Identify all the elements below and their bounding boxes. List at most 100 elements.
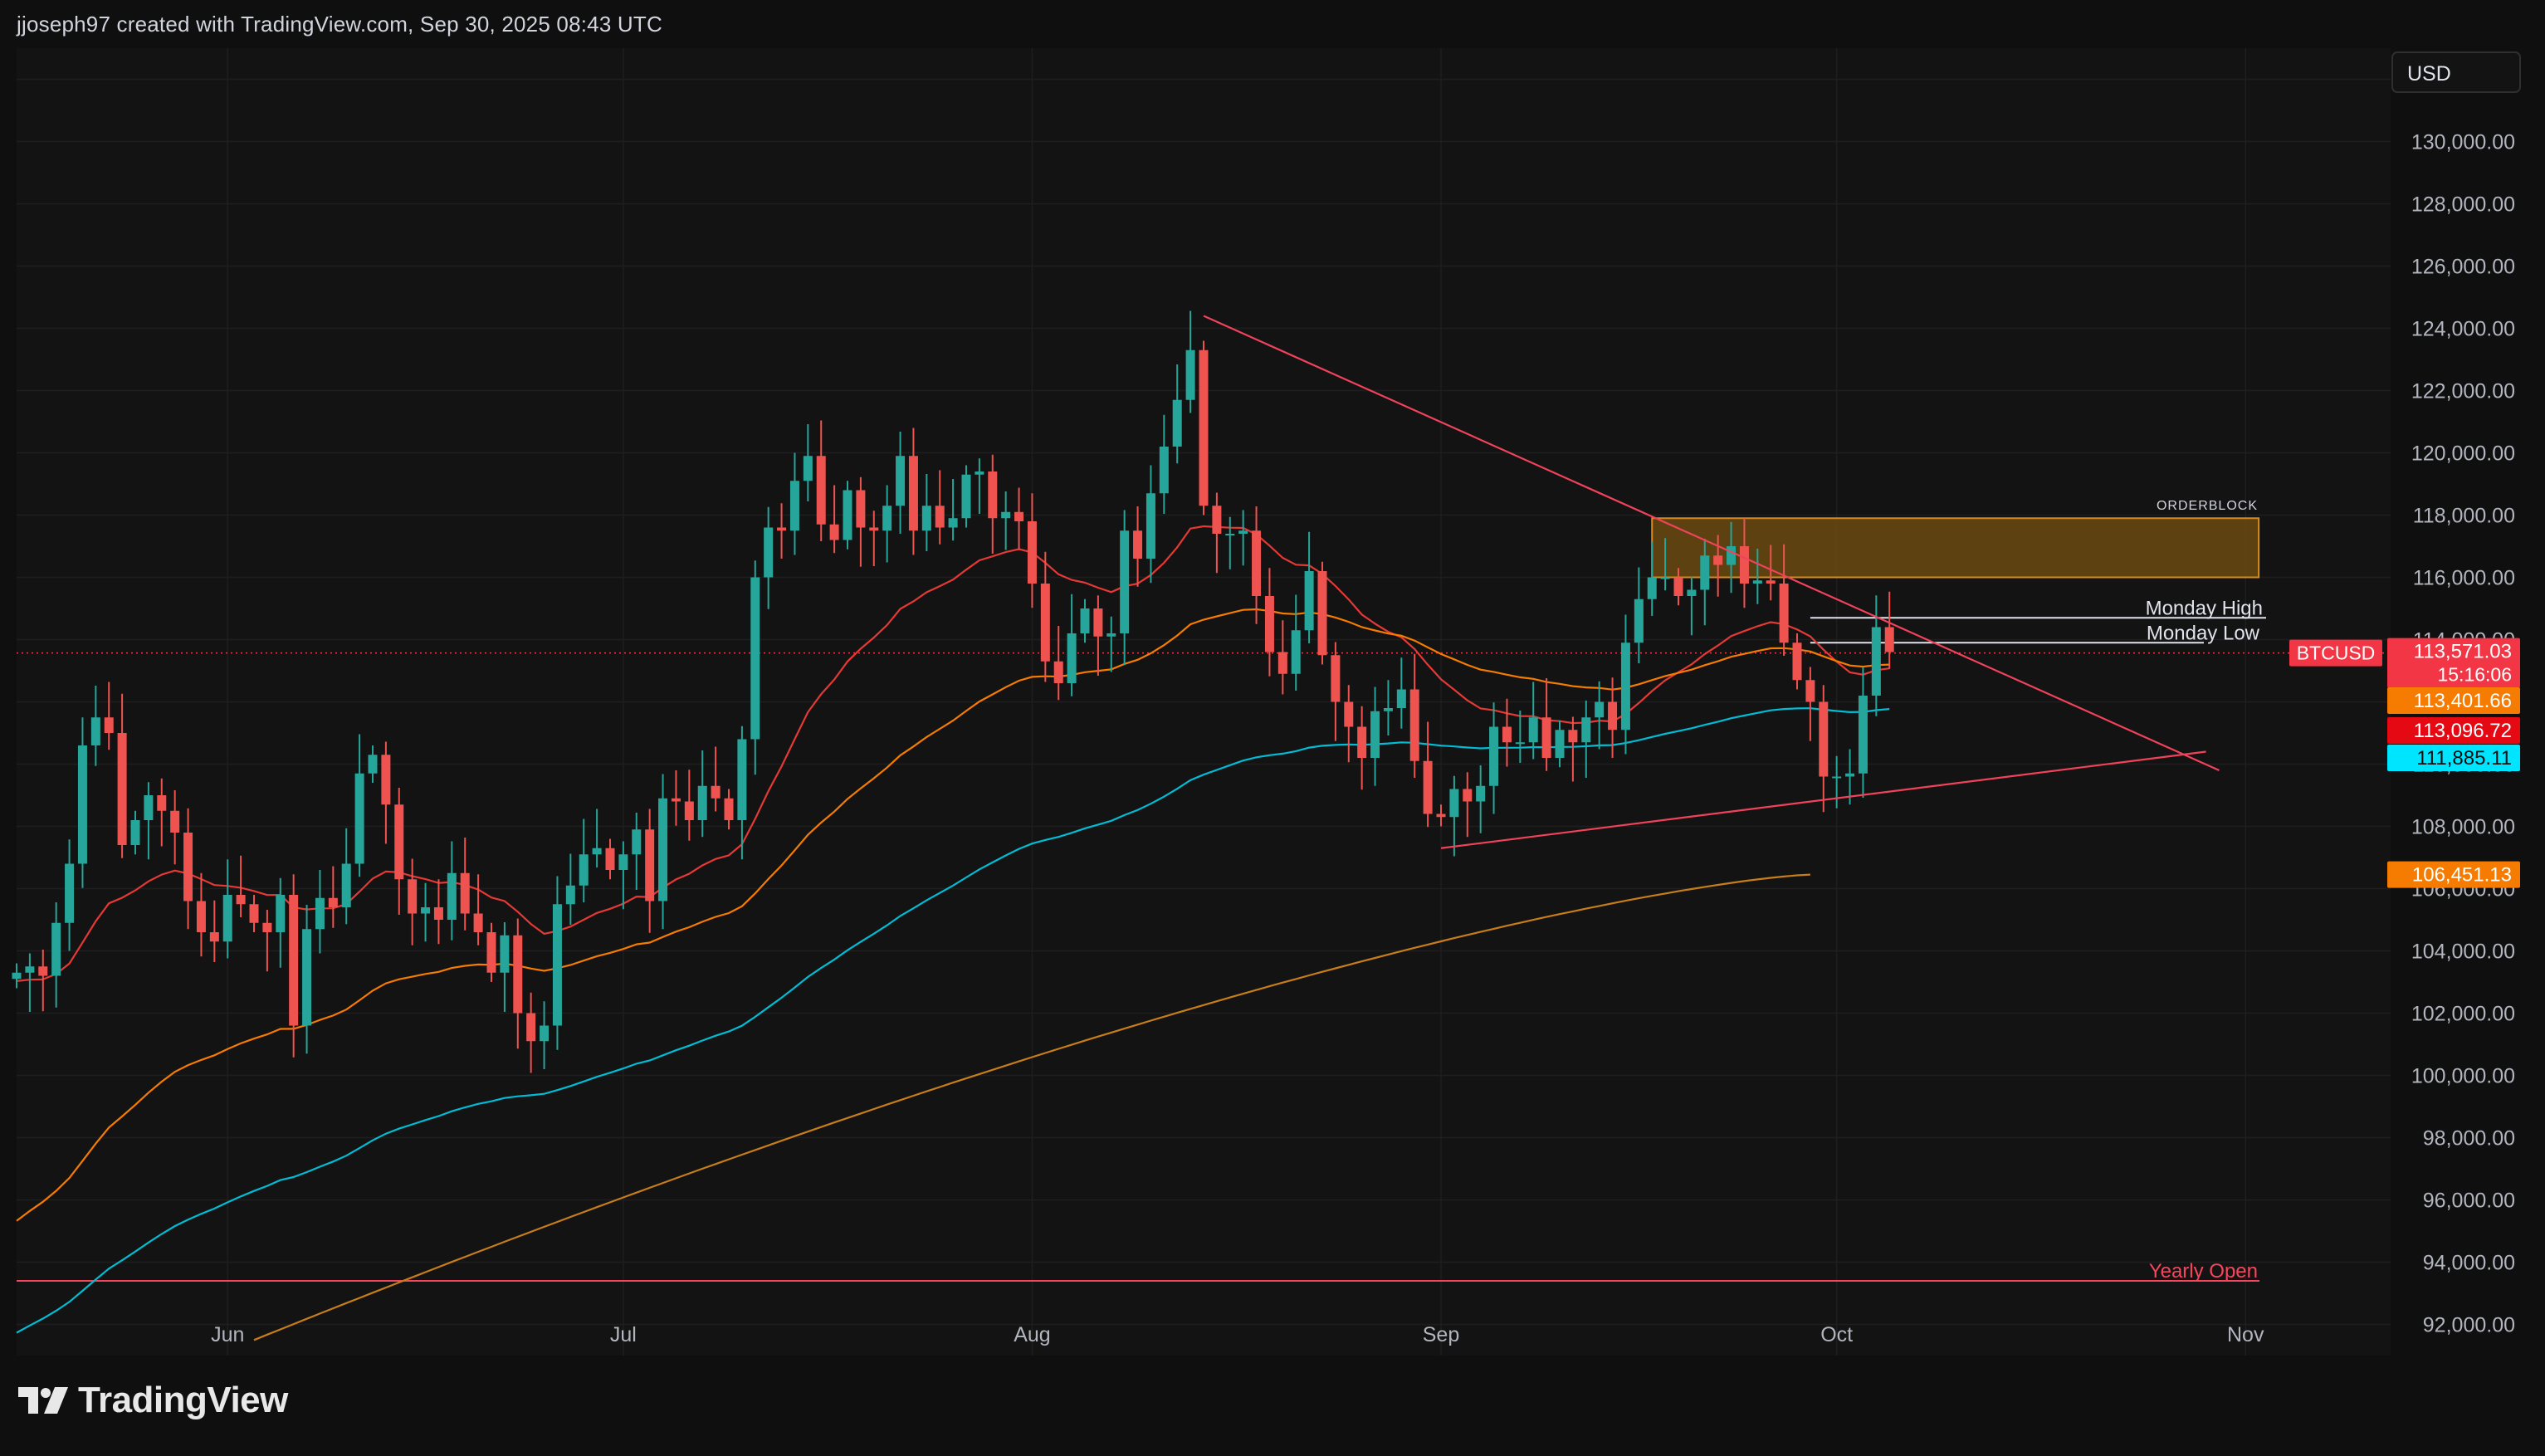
candle-body bbox=[1172, 399, 1182, 447]
candle-body bbox=[1396, 689, 1406, 708]
candle-body bbox=[777, 527, 787, 531]
candle-body bbox=[1106, 633, 1116, 637]
candle-body bbox=[1871, 627, 1881, 696]
candle-body bbox=[908, 456, 918, 531]
candle-body bbox=[592, 848, 602, 855]
candle-body bbox=[486, 932, 496, 973]
candle-body bbox=[1185, 349, 1195, 400]
y-tick-label: 130,000.00 bbox=[2411, 131, 2515, 154]
candle-body bbox=[1133, 530, 1143, 559]
candle-body bbox=[975, 471, 984, 475]
x-tick-label: Nov bbox=[2227, 1323, 2264, 1346]
candle-body bbox=[1608, 701, 1618, 730]
candle-body bbox=[394, 804, 404, 880]
candle-body bbox=[750, 577, 760, 740]
candle-body bbox=[1120, 530, 1130, 633]
candle-body bbox=[1489, 726, 1499, 786]
x-tick-label: Aug bbox=[1014, 1323, 1050, 1346]
candle-body bbox=[1145, 493, 1155, 559]
candle-body bbox=[473, 913, 483, 932]
candle-body bbox=[618, 854, 628, 870]
candle-body bbox=[1819, 701, 1829, 777]
candle-body bbox=[684, 801, 694, 820]
candle-body bbox=[51, 922, 61, 976]
yearly-open-label: Yearly Open bbox=[2149, 1260, 2258, 1283]
y-tick-label: 100,000.00 bbox=[2411, 1065, 2515, 1088]
candle-body bbox=[222, 895, 232, 942]
candle-body bbox=[513, 935, 523, 1014]
price-label-value: 111,885.11 bbox=[2416, 747, 2512, 770]
candle-body bbox=[552, 904, 562, 1026]
candle-body bbox=[1344, 701, 1354, 727]
y-tick-label: 104,000.00 bbox=[2411, 941, 2515, 964]
y-tick-label: 124,000.00 bbox=[2411, 318, 2515, 341]
candle-body bbox=[1357, 726, 1367, 758]
candle-body bbox=[540, 1025, 550, 1042]
candle-body bbox=[1660, 577, 1670, 579]
candle-body bbox=[368, 755, 378, 774]
monday-low-label: Monday Low bbox=[2147, 622, 2260, 644]
candle-body bbox=[605, 848, 615, 870]
candle-body bbox=[170, 810, 180, 833]
x-tick-label: Jun bbox=[211, 1323, 244, 1346]
candle-body bbox=[1502, 726, 1512, 743]
y-tick-label: 94,000.00 bbox=[2423, 1252, 2515, 1275]
candle-body bbox=[856, 490, 866, 528]
x-tick-label: Sep bbox=[1423, 1323, 1459, 1346]
candle-body bbox=[896, 456, 906, 506]
candle-body bbox=[1581, 717, 1591, 743]
candle-body bbox=[1409, 689, 1419, 761]
candle-body bbox=[764, 527, 774, 578]
candle-body bbox=[803, 456, 813, 481]
candle-body bbox=[882, 506, 892, 531]
candle-body bbox=[1331, 655, 1341, 702]
candle-body bbox=[1080, 608, 1090, 633]
candle-body bbox=[276, 895, 286, 932]
candle-body bbox=[1541, 717, 1551, 758]
candle-body bbox=[77, 745, 87, 864]
candle-body bbox=[1225, 534, 1235, 535]
candle-body bbox=[1304, 571, 1314, 631]
candle-body bbox=[289, 895, 299, 1026]
candle-body bbox=[816, 456, 826, 525]
candle-body bbox=[65, 863, 75, 923]
candle-body bbox=[130, 820, 140, 845]
candle-body bbox=[1436, 814, 1446, 818]
candle-body bbox=[935, 506, 945, 528]
candle-body bbox=[1027, 521, 1037, 584]
candle-body bbox=[869, 527, 879, 531]
price-label-countdown: 15:16:06 bbox=[2437, 664, 2512, 686]
candle-body bbox=[1739, 546, 1749, 584]
candle-body bbox=[829, 524, 839, 540]
y-tick-label: 122,000.00 bbox=[2411, 380, 2515, 403]
monday-high-label: Monday High bbox=[2146, 597, 2263, 619]
candle-body bbox=[565, 885, 575, 905]
candle-body bbox=[460, 872, 470, 914]
candle-body bbox=[104, 717, 114, 733]
currency-button-label: USD bbox=[2407, 62, 2451, 86]
candle-body bbox=[38, 966, 48, 976]
candle-body bbox=[632, 829, 642, 855]
candle-body bbox=[1383, 708, 1393, 711]
candle-body bbox=[526, 1013, 536, 1042]
candle-body bbox=[724, 798, 734, 820]
tradingview-logo[interactable]: TradingView bbox=[18, 1380, 288, 1421]
candle-body bbox=[1291, 630, 1301, 674]
y-tick-label: 120,000.00 bbox=[2411, 442, 2515, 466]
candle-body bbox=[1845, 773, 1855, 777]
candle-body bbox=[1634, 599, 1644, 643]
candle-body bbox=[1727, 546, 1737, 565]
y-tick-label: 126,000.00 bbox=[2411, 256, 2515, 279]
candle-body bbox=[302, 929, 312, 1026]
candle-body bbox=[1528, 717, 1538, 743]
symbol-tag-label: BTCUSD bbox=[2297, 642, 2376, 664]
candle-body bbox=[1805, 680, 1815, 702]
candlestick-chart[interactable]: ORDERBLOCK Yearly Open Monday High Monday L… bbox=[0, 0, 2545, 1456]
candle-body bbox=[1040, 584, 1050, 662]
price-label-value: 113,096.72 bbox=[2414, 720, 2512, 742]
candle-body bbox=[1423, 760, 1433, 814]
candle-body bbox=[209, 932, 219, 942]
price-label-value: 106,451.13 bbox=[2412, 864, 2512, 887]
candle-body bbox=[196, 901, 206, 932]
y-tick-label: 102,000.00 bbox=[2411, 1003, 2515, 1026]
